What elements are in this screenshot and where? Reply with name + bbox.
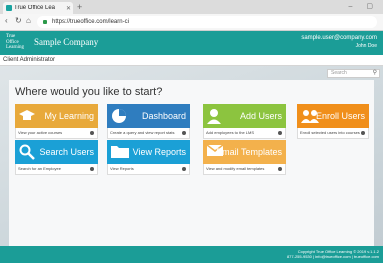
tile-description: View and modify email templates bbox=[203, 164, 286, 175]
page-heading: Where would you like to start? bbox=[15, 86, 163, 98]
role-bar: Client Administrator bbox=[0, 55, 383, 66]
main-panel: Where would you like to start? My Learni… bbox=[9, 80, 374, 248]
window-controls[interactable]: – ▢ bbox=[349, 2, 379, 10]
tile-description: Add employees to the LMS bbox=[203, 128, 286, 139]
close-tab-icon[interactable]: ✕ bbox=[66, 5, 71, 12]
arrow-icon bbox=[182, 131, 186, 135]
add-user-icon bbox=[207, 109, 221, 124]
favicon-icon bbox=[6, 5, 12, 11]
tile-search-users[interactable]: Search Users Search for an Employee bbox=[15, 140, 98, 175]
new-tab-button[interactable]: + bbox=[77, 2, 82, 12]
tab-title: True Office Lea bbox=[14, 5, 56, 11]
tile-add-users[interactable]: Add Users Add employees to the LMS bbox=[203, 104, 286, 139]
tile-description: View your active courses bbox=[15, 128, 98, 139]
user-email[interactable]: sample.user@company.com bbox=[301, 35, 377, 41]
search-icon bbox=[19, 144, 35, 160]
search-input[interactable]: Search ⚲ bbox=[327, 69, 380, 78]
search-icon[interactable]: ⚲ bbox=[373, 70, 377, 77]
reload-icon[interactable]: ↻ bbox=[15, 16, 22, 25]
arrow-icon bbox=[361, 131, 365, 135]
folder-icon bbox=[111, 146, 129, 158]
logo[interactable]: True Office Learning bbox=[6, 34, 26, 51]
tile-enroll-users[interactable]: Enroll Users Enroll selected users into … bbox=[297, 104, 369, 139]
tile-email-templates[interactable]: Email Templates View and modify email te… bbox=[203, 140, 286, 175]
back-icon[interactable]: ‹ bbox=[5, 16, 8, 25]
arrow-icon bbox=[182, 167, 186, 171]
tile-description: View Reports bbox=[107, 164, 190, 175]
tile-description: Create a query and view report stats bbox=[107, 128, 190, 139]
url-text: https://trueoffice.com/learn-ci bbox=[52, 19, 129, 25]
tile-my-learning[interactable]: My Learning View your active courses bbox=[15, 104, 98, 139]
arrow-icon bbox=[90, 167, 94, 171]
user-name[interactable]: John Doe bbox=[356, 43, 377, 49]
address-bar[interactable]: https://trueoffice.com/learn-ci bbox=[37, 16, 377, 28]
role-label: Client Administrator bbox=[3, 57, 56, 63]
browser-chrome: True Office Lea ✕ + – ▢ ‹ ↻ ⌂ https://tr… bbox=[0, 0, 383, 31]
tab-bar: True Office Lea ✕ + – ▢ bbox=[0, 0, 383, 14]
graduation-cap-icon bbox=[19, 110, 35, 120]
tile-view-reports[interactable]: View Reports View Reports bbox=[107, 140, 190, 175]
tile-description: Search for an Employee bbox=[15, 164, 98, 175]
copyright: Copyright True Office Learning © 2019 v.… bbox=[286, 249, 379, 259]
app-footer: Copyright True Office Learning © 2019 v.… bbox=[0, 246, 383, 263]
tile-description: Enroll selected users into courses bbox=[297, 128, 369, 139]
arrow-icon bbox=[90, 131, 94, 135]
browser-toolbar: ‹ ↻ ⌂ https://trueoffice.com/learn-ci bbox=[0, 14, 383, 31]
company-name: Sample Company bbox=[34, 37, 99, 47]
tile-dashboard[interactable]: Dashboard Create a query and view report… bbox=[107, 104, 190, 139]
pie-chart-icon bbox=[112, 109, 126, 123]
lock-icon bbox=[43, 20, 47, 24]
arrow-icon bbox=[278, 131, 282, 135]
arrow-icon bbox=[278, 167, 282, 171]
app-header: True Office Learning Sample Company samp… bbox=[0, 31, 383, 55]
browser-tab[interactable]: True Office Lea ✕ bbox=[3, 2, 73, 14]
home-icon[interactable]: ⌂ bbox=[26, 16, 31, 25]
